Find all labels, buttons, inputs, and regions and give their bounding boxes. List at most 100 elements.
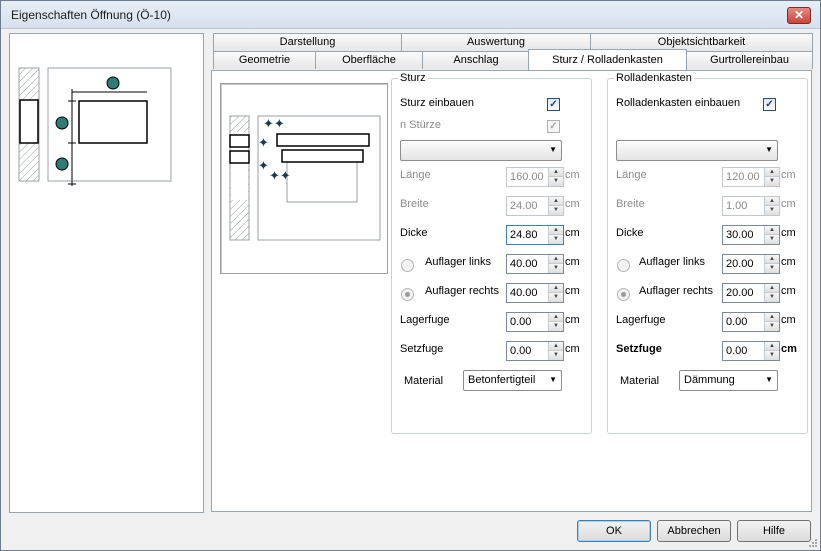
spin-up-icon[interactable]: ▲ bbox=[549, 255, 563, 264]
rolladen-auflager-rechts-radio[interactable] bbox=[617, 288, 630, 301]
tab-label: Geometrie bbox=[238, 54, 291, 66]
sturz-dicke-value: 24.80 bbox=[510, 229, 538, 241]
sturz-laenge-input[interactable]: 160.00 ▲ ▼ bbox=[506, 167, 564, 187]
help-button[interactable]: Hilfe bbox=[737, 520, 811, 542]
tab-panel-sturz: ✦✦ ✦ ✦ ✦✦ Sturz Sturz einbauen ✓ n Stürz… bbox=[211, 70, 812, 512]
sturz-type-select[interactable]: ▼ bbox=[400, 140, 562, 161]
spin-down-icon[interactable]: ▼ bbox=[549, 293, 563, 302]
sturz-einbauen-checkbox[interactable]: ✓ bbox=[547, 98, 560, 111]
rolladen-auflager-links-input[interactable]: 20.00 ▲ ▼ bbox=[722, 254, 780, 274]
sturz-material-select[interactable]: Betonfertigteil ▼ bbox=[463, 370, 562, 391]
sturz-breite-label: Breite bbox=[400, 198, 429, 210]
rolladen-setzfuge-input[interactable]: 0.00 ▲ ▼ bbox=[722, 341, 780, 361]
spin-up-icon[interactable]: ▲ bbox=[549, 342, 563, 351]
spin-up-icon[interactable]: ▲ bbox=[549, 197, 563, 206]
rolladen-setzfuge-value: 0.00 bbox=[726, 345, 748, 357]
spin-down-icon[interactable]: ▼ bbox=[549, 322, 563, 331]
rolladen-auflager-links-unit: cm bbox=[781, 256, 796, 268]
rolladen-laenge-input[interactable]: 120.00 ▲ ▼ bbox=[722, 167, 780, 187]
tab-sturz-rolladenkasten[interactable]: Sturz / Rolladenkasten bbox=[528, 49, 687, 70]
sturz-breite-input[interactable]: 24.00 ▲ ▼ bbox=[506, 196, 564, 216]
rolladen-dicke-unit: cm bbox=[781, 227, 796, 239]
rolladen-einbauen-label: Rolladenkasten einbauen bbox=[616, 97, 741, 109]
rolladen-setzfuge-unit: cm bbox=[781, 343, 797, 355]
rolladen-laenge-value: 120.00 bbox=[726, 171, 760, 183]
spin-up-icon[interactable]: ▲ bbox=[765, 197, 779, 206]
sturz-auflager-rechts-radio[interactable] bbox=[401, 288, 414, 301]
spin-up-icon[interactable]: ▲ bbox=[765, 255, 779, 264]
tab-label: Oberfläche bbox=[342, 54, 396, 66]
tab-label: Auswertung bbox=[466, 36, 526, 48]
sturz-laenge-label: Länge bbox=[400, 169, 431, 181]
spin-up-icon[interactable]: ▲ bbox=[765, 168, 779, 177]
sturz-laenge-unit: cm bbox=[565, 169, 580, 181]
spin-down-icon[interactable]: ▼ bbox=[549, 351, 563, 360]
rolladenkasten-group: Rolladenkasten Rolladenkasten einbauen ✓… bbox=[607, 72, 808, 434]
svg-text:✦✦: ✦✦ bbox=[269, 169, 291, 184]
spin-down-icon[interactable]: ▼ bbox=[549, 206, 563, 215]
sturz-auflager-rechts-input[interactable]: 40.00 ▲ ▼ bbox=[506, 283, 564, 303]
sturz-auflager-links-input[interactable]: 40.00 ▲ ▼ bbox=[506, 254, 564, 274]
spin-down-icon[interactable]: ▼ bbox=[765, 177, 779, 186]
spin-up-icon[interactable]: ▲ bbox=[549, 284, 563, 293]
close-icon: ✕ bbox=[793, 8, 805, 22]
spin-up-icon[interactable]: ▲ bbox=[765, 226, 779, 235]
spin-down-icon[interactable]: ▼ bbox=[765, 235, 779, 244]
rolladen-einbauen-checkbox[interactable]: ✓ bbox=[763, 98, 776, 111]
rolladen-type-select[interactable]: ▼ bbox=[616, 140, 778, 161]
sturz-auflager-links-radio[interactable] bbox=[401, 259, 414, 272]
sturz-dicke-input[interactable]: 24.80 ▲ ▼ bbox=[506, 225, 564, 245]
chevron-down-icon: ▼ bbox=[765, 145, 773, 154]
sturz-dicke-unit: cm bbox=[565, 227, 580, 239]
spin-down-icon[interactable]: ▼ bbox=[765, 206, 779, 215]
spin-up-icon[interactable]: ▲ bbox=[765, 342, 779, 351]
ok-button[interactable]: OK bbox=[577, 520, 651, 542]
sturz-setzfuge-input[interactable]: 0.00 ▲ ▼ bbox=[506, 341, 564, 361]
cancel-button[interactable]: Abbrechen bbox=[657, 520, 731, 542]
spin-down-icon[interactable]: ▼ bbox=[549, 177, 563, 186]
sturz-auflager-rechts-unit: cm bbox=[565, 285, 580, 297]
tab-geometrie[interactable]: Geometrie bbox=[213, 51, 316, 69]
spin-down-icon[interactable]: ▼ bbox=[765, 264, 779, 273]
tab-gurtrollereinbau[interactable]: Gurtrollereinbau bbox=[686, 51, 813, 69]
sturz-lagerfuge-input[interactable]: 0.00 ▲ ▼ bbox=[506, 312, 564, 332]
spin-up-icon[interactable]: ▲ bbox=[765, 284, 779, 293]
sturz-breite-value: 24.00 bbox=[510, 200, 538, 212]
rolladen-auflager-links-radio[interactable] bbox=[617, 259, 630, 272]
chevron-down-icon: ▼ bbox=[765, 375, 773, 384]
spin-up-icon[interactable]: ▲ bbox=[549, 313, 563, 322]
rolladen-material-value: Dämmung bbox=[684, 374, 735, 386]
spin-down-icon[interactable]: ▼ bbox=[549, 235, 563, 244]
sturz-lagerfuge-label: Lagerfuge bbox=[400, 314, 450, 326]
sturz-auflager-rechts-value: 40.00 bbox=[510, 287, 538, 299]
spin-up-icon[interactable]: ▲ bbox=[549, 226, 563, 235]
sturz-group: Sturz Sturz einbauen ✓ n Stürze ✓ ▼ Läng… bbox=[391, 72, 592, 434]
resize-grip-icon[interactable] bbox=[808, 538, 818, 548]
spin-down-icon[interactable]: ▼ bbox=[549, 264, 563, 273]
close-button[interactable]: ✕ bbox=[787, 7, 811, 24]
rolladen-material-select[interactable]: Dämmung ▼ bbox=[679, 370, 778, 391]
sturz-material-value: Betonfertigteil bbox=[468, 374, 536, 386]
rolladen-material-label: Material bbox=[620, 375, 660, 387]
tab-oberflaeche[interactable]: Oberfläche bbox=[315, 51, 423, 69]
rolladen-auflager-rechts-input[interactable]: 20.00 ▲ ▼ bbox=[722, 283, 780, 303]
rolladen-dicke-input[interactable]: 30.00 ▲ ▼ bbox=[722, 225, 780, 245]
spin-down-icon[interactable]: ▼ bbox=[765, 322, 779, 331]
dialog-window: Eigenschaften Öffnung (Ö-10) ✕ Darstellu… bbox=[0, 0, 821, 551]
svg-text:✦: ✦ bbox=[258, 136, 269, 151]
sturz-auflager-links-value: 40.00 bbox=[510, 258, 538, 270]
rolladen-setzfuge-label: Setzfuge bbox=[616, 343, 662, 355]
rolladen-lagerfuge-label: Lagerfuge bbox=[616, 314, 666, 326]
spin-up-icon[interactable]: ▲ bbox=[549, 168, 563, 177]
spin-down-icon[interactable]: ▼ bbox=[765, 293, 779, 302]
tab-anschlag[interactable]: Anschlag bbox=[422, 51, 530, 69]
rolladen-lagerfuge-input[interactable]: 0.00 ▲ ▼ bbox=[722, 312, 780, 332]
tab-darstellung[interactable]: Darstellung bbox=[213, 33, 402, 51]
title-bar[interactable]: Eigenschaften Öffnung (Ö-10) ✕ bbox=[1, 1, 820, 29]
rolladen-breite-input[interactable]: 1.00 ▲ ▼ bbox=[722, 196, 780, 216]
spin-up-icon[interactable]: ▲ bbox=[765, 313, 779, 322]
n-stuerze-checkbox[interactable]: ✓ bbox=[547, 120, 560, 133]
opening-preview-panel bbox=[9, 33, 204, 513]
spin-down-icon[interactable]: ▼ bbox=[765, 351, 779, 360]
rolladen-dicke-value: 30.00 bbox=[726, 229, 754, 241]
